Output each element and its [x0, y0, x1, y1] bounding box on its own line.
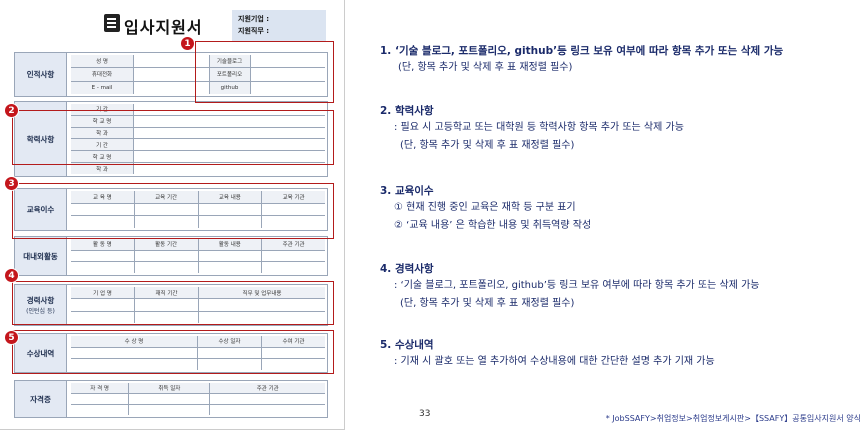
note-line: (단, 항목 추가 및 삭제 후 표 재정렬 필수) — [400, 140, 575, 151]
note-5: 5. 수상내역 : 기재 시 괄호 또는 열 추가하여 수상내용에 대한 간단한… — [380, 338, 860, 371]
note-title: 2. 학력사항 — [380, 105, 434, 117]
note-title: 4. 경력사항 — [380, 263, 434, 275]
note-1: 1. ‘기술 블로그, 포트폴리오, github’등 링크 보유 여부에 따라… — [380, 44, 860, 77]
table-cell — [198, 262, 262, 273]
note-line: : 필요 시 고등학교 또는 대학원 등 학력사항 항목 추가 또는 삭제 가능 — [394, 122, 684, 133]
application-form: 입사지원서 지원기업 : 지원직무 : 인적사항 성 명 기술블로그 휴대전화 포트폴… — [0, 0, 345, 430]
table-cell — [71, 394, 129, 404]
note-line: : 기재 시 괄호 또는 열 추가하여 수상내용에 대한 간단한 설명 추가 기… — [394, 356, 715, 367]
apply-info-box: 지원기업 : 지원직무 : — [232, 10, 326, 42]
badge-5: 5 — [4, 330, 19, 345]
table-cell — [134, 262, 198, 273]
note-title: 5. 수상내역 — [380, 339, 434, 351]
table-header-cell: 주관 기관 — [262, 239, 325, 250]
highlight-box-5 — [12, 330, 334, 374]
badge-1: 1 — [180, 36, 195, 51]
note-line: (단, 항목 추가 및 삭제 후 표 재정렬 필수) — [400, 298, 575, 309]
table-header-cell: 휴대전화 — [71, 68, 133, 81]
highlight-box-1 — [195, 41, 334, 103]
table-cell — [129, 394, 210, 404]
note-title: 1. ‘기술 블로그, 포트폴리오, github’등 링크 보유 여부에 따라… — [380, 45, 784, 57]
apply-role-label: 지원직무 : — [238, 27, 269, 35]
table-header-cell: 활동 기간 — [134, 239, 198, 250]
table-header-cell: 활 동 명 — [71, 239, 134, 250]
note-line: (단, 항목 추가 및 삭제 후 표 재정렬 필수) — [398, 62, 573, 73]
badge-3: 3 — [4, 176, 19, 191]
note-line: ① 현재 진행 중인 교육은 재학 등 구분 표기 — [394, 202, 576, 213]
table-cell — [210, 405, 325, 415]
form-title: 입사지원서 — [124, 18, 203, 37]
table-cell — [210, 394, 325, 404]
badge-4: 4 — [4, 268, 19, 283]
certs-table: 자 격 명 취득 일자 주관 기관 — [71, 383, 325, 415]
table-cell — [198, 250, 262, 262]
table-cell — [262, 262, 325, 273]
note-line: ② ‘교육 내용’ 은 학습한 내용 및 취득역량 작성 — [394, 220, 592, 231]
certs-section: 자격증 자 격 명 취득 일자 주관 기관 — [14, 380, 328, 418]
table-cell — [71, 405, 129, 415]
highlight-box-2 — [12, 110, 334, 165]
note-line: : ‘기술 블로그, 포트폴리오, github’등 링크 보유 여부에 따라 … — [394, 280, 760, 291]
table-header-cell: 취득 일자 — [129, 383, 210, 393]
highlight-box-4 — [12, 281, 334, 325]
table-header-cell: 활동 내용 — [198, 239, 262, 250]
table-cell — [129, 405, 210, 415]
table-header-cell: E - mail — [71, 81, 133, 94]
table-header-cell: 성 명 — [71, 55, 133, 68]
source-note: * JobSSAFY>취업정보>취업정보게시판>【SSAFY】공통입사지원서 양… — [605, 414, 861, 423]
apply-company-label: 지원기업 : — [238, 15, 269, 23]
table-cell — [262, 250, 325, 262]
note-title: 3. 교육이수 — [380, 185, 434, 197]
table-cell — [71, 262, 134, 273]
badge-2: 2 — [4, 103, 19, 118]
activities-section: 대내외활동 활 동 명 활동 기간 활동 내용 주관 기관 — [14, 236, 328, 276]
note-4: 4. 경력사항 : ‘기술 블로그, 포트폴리오, github’등 링크 보유… — [380, 262, 860, 313]
note-2: 2. 학력사항 : 필요 시 고등학교 또는 대학원 등 학력사항 항목 추가 … — [380, 104, 860, 155]
personal-label: 인적사항 — [15, 53, 67, 96]
note-3: 3. 교육이수 ① 현재 진행 중인 교육은 재학 등 구분 표기 ② ‘교육 … — [380, 184, 860, 235]
activities-table: 활 동 명 활동 기간 활동 내용 주관 기관 — [71, 239, 325, 273]
activities-label: 대내외활동 — [15, 237, 67, 275]
document-icon — [104, 14, 120, 32]
highlight-box-3 — [12, 183, 334, 239]
table-cell — [134, 250, 198, 262]
table-header-cell: 자 격 명 — [71, 383, 129, 393]
page-number: 33 — [419, 409, 431, 419]
certs-label: 자격증 — [15, 381, 67, 417]
table-cell — [71, 250, 134, 262]
table-header-cell: 주관 기관 — [210, 383, 325, 393]
